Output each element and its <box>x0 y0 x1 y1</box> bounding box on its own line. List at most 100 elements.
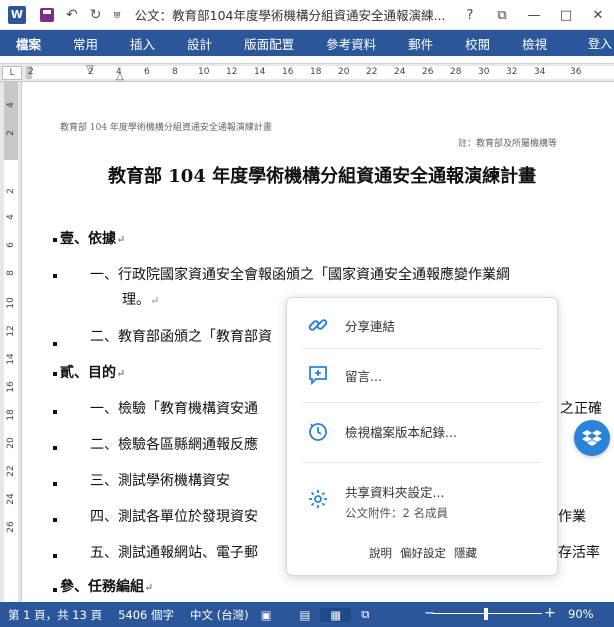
share-link-item[interactable]: 分享連結 <box>287 312 559 338</box>
ruler-number: 14 <box>6 353 16 365</box>
paragraph-text: 三、測試學術機構資安 <box>90 473 230 489</box>
tab-selector[interactable]: L <box>2 66 22 80</box>
language-indicator[interactable]: 中文 (台灣) <box>182 607 257 623</box>
ruler-number: 30 <box>478 67 490 77</box>
paragraph-text: 一、檢驗「教育機構資安通 <box>90 401 258 417</box>
section-heading-3: 參、任務編組↵ <box>60 579 154 595</box>
list-bullet <box>53 446 57 450</box>
ruler-number: 18 <box>6 409 16 421</box>
section-heading-2: 貳、目的↵ <box>60 365 126 381</box>
tab-references[interactable]: 參考資料 <box>310 30 392 56</box>
preferences-link[interactable]: 偏好設定 <box>400 545 446 561</box>
ruler-number: 2 <box>28 67 34 77</box>
dropbox-badge-button[interactable] <box>574 420 610 456</box>
ruler-number: 8 <box>6 270 16 276</box>
paragraph-text: 二、教育部函頒之「教育部資 <box>90 329 272 345</box>
quick-access-toolbar: ↶ ↻ ⩐ <box>40 7 121 23</box>
paragraph-text-tail: 之正確 <box>560 401 602 417</box>
hanging-indent-marker[interactable]: △ <box>116 71 124 82</box>
help-button[interactable]: ? <box>454 8 486 23</box>
tab-view[interactable]: 檢視 <box>506 30 563 56</box>
dropbox-icon <box>582 430 602 446</box>
ruler-number: 4 <box>6 102 16 108</box>
horizontal-ruler[interactable]: L 2 2 4 6 8 10 12 14 16 18 20 22 24 26 2… <box>0 64 614 82</box>
history-clock-icon <box>305 418 331 444</box>
ruler-number: 16 <box>282 67 294 77</box>
list-bullet <box>53 518 57 522</box>
web-layout-icon[interactable]: ⧉ <box>351 607 379 622</box>
paragraph-text: 一、行政院國家資通安全會報函頒之「國家資通安全通報應變作業綱 <box>90 267 510 283</box>
sign-in-link[interactable]: 登入 <box>588 30 612 56</box>
tab-design[interactable]: 設計 <box>171 30 228 56</box>
dropbox-badge-menu: 分享連結 留言... 檢視檔案版本紀錄... 共享資料夾設定... 公文附件：2… <box>286 297 558 576</box>
help-link[interactable]: 說明 <box>369 545 392 561</box>
title-bar: W ↶ ↻ ⩐ 公文：教育部104年度學術機構分組資通安全通報演練... ? ⧉… <box>0 0 614 30</box>
paragraph-text-tail: 存活率 <box>558 545 600 561</box>
first-line-indent-marker[interactable]: ▽ <box>86 64 94 75</box>
tab-mailings[interactable]: 郵件 <box>392 30 449 56</box>
vertical-ruler[interactable]: 4 2 2 4 6 8 10 12 14 16 18 20 22 24 26 <box>0 82 22 602</box>
ruler-track: 2 2 4 6 8 10 12 14 16 18 20 22 24 26 28 … <box>26 64 614 82</box>
list-bullet <box>53 342 57 346</box>
ruler-number: 12 <box>6 325 16 337</box>
ruler-number: 10 <box>6 297 16 309</box>
ruler-number: 6 <box>6 242 16 248</box>
ruler-number: 12 <box>226 67 238 77</box>
section-heading-1: 壹、依據↵ <box>60 231 126 247</box>
maximize-button[interactable]: □ <box>550 8 582 23</box>
ruler-number: 2 <box>6 130 16 136</box>
comment-icon <box>305 362 331 388</box>
status-bar: 第 1 頁，共 13 頁 5406 個字 中文 (台灣) ▣ ▤ ▦ ⧉ − +… <box>0 602 614 627</box>
macro-record-icon[interactable]: ▣ <box>257 608 276 622</box>
ruler-number: 4 <box>6 214 16 220</box>
page-header-right: 註：教育部及所屬機構等 <box>458 139 558 149</box>
gear-icon <box>305 486 331 512</box>
version-history-item[interactable]: 檢視檔案版本紀錄... <box>287 418 559 444</box>
read-mode-icon[interactable]: ▤ <box>290 608 321 622</box>
redo-icon[interactable]: ↻ <box>90 7 102 23</box>
ruler-number: 14 <box>254 67 266 77</box>
list-bullet <box>53 238 57 242</box>
shared-folder-settings-item[interactable]: 共享資料夾設定... 公文附件：2 名成員 <box>287 482 559 522</box>
tab-file[interactable]: 檔案 <box>0 30 58 56</box>
page-header-left: 教育部 104 年度學術機構分組資通安全通報演練計畫 <box>60 123 272 133</box>
menu-divider <box>303 402 541 403</box>
ruler-number: 34 <box>534 67 546 77</box>
share-link-label: 分享連結 <box>345 318 396 334</box>
save-icon[interactable] <box>40 7 54 22</box>
ribbon-display-options-button[interactable]: ⧉ <box>486 8 518 23</box>
zoom-slider-thumb[interactable] <box>484 608 488 620</box>
paragraph-text: 理。↵ <box>122 292 160 308</box>
print-layout-icon[interactable]: ▦ <box>320 607 352 622</box>
paragraph-text: 四、測試各單位於發現資安 <box>90 509 258 525</box>
ruler-number: 18 <box>310 67 322 77</box>
tab-review[interactable]: 校閱 <box>449 30 506 56</box>
ruler-number: 2 <box>6 188 16 194</box>
page-count[interactable]: 第 1 頁，共 13 頁 <box>0 607 110 623</box>
minimize-button[interactable]: — <box>518 8 550 23</box>
list-bullet <box>53 372 57 376</box>
undo-icon[interactable]: ↶ <box>66 7 78 23</box>
tab-layout[interactable]: 版面配置 <box>228 30 310 56</box>
close-button[interactable]: ✕ <box>582 8 614 23</box>
hide-link[interactable]: 隱藏 <box>454 545 477 561</box>
list-bullet <box>53 410 57 414</box>
word-logo-icon: W <box>8 5 26 24</box>
zoom-in-button[interactable]: + <box>544 605 556 621</box>
version-history-label: 檢視檔案版本紀錄... <box>345 424 457 440</box>
word-count[interactable]: 5406 個字 <box>110 607 182 623</box>
popup-footer: 說明 偏好設定 隱藏 <box>287 545 559 561</box>
list-bullet <box>53 588 57 592</box>
ruler-number: 20 <box>338 67 350 77</box>
qat-dropdown-icon[interactable]: ⩐ <box>113 8 120 22</box>
ruler-number: 26 <box>422 67 434 77</box>
zoom-level[interactable]: 90% <box>568 607 594 621</box>
comment-item[interactable]: 留言... <box>287 362 559 388</box>
ruler-number: 20 <box>6 437 16 449</box>
ruler-number: 6 <box>144 67 150 77</box>
tab-home[interactable]: 常用 <box>57 30 114 56</box>
paragraph-text-tail: 作業 <box>558 509 586 525</box>
ruler-number: 16 <box>6 381 16 393</box>
ruler-number: 28 <box>450 67 462 77</box>
tab-insert[interactable]: 插入 <box>114 30 171 56</box>
